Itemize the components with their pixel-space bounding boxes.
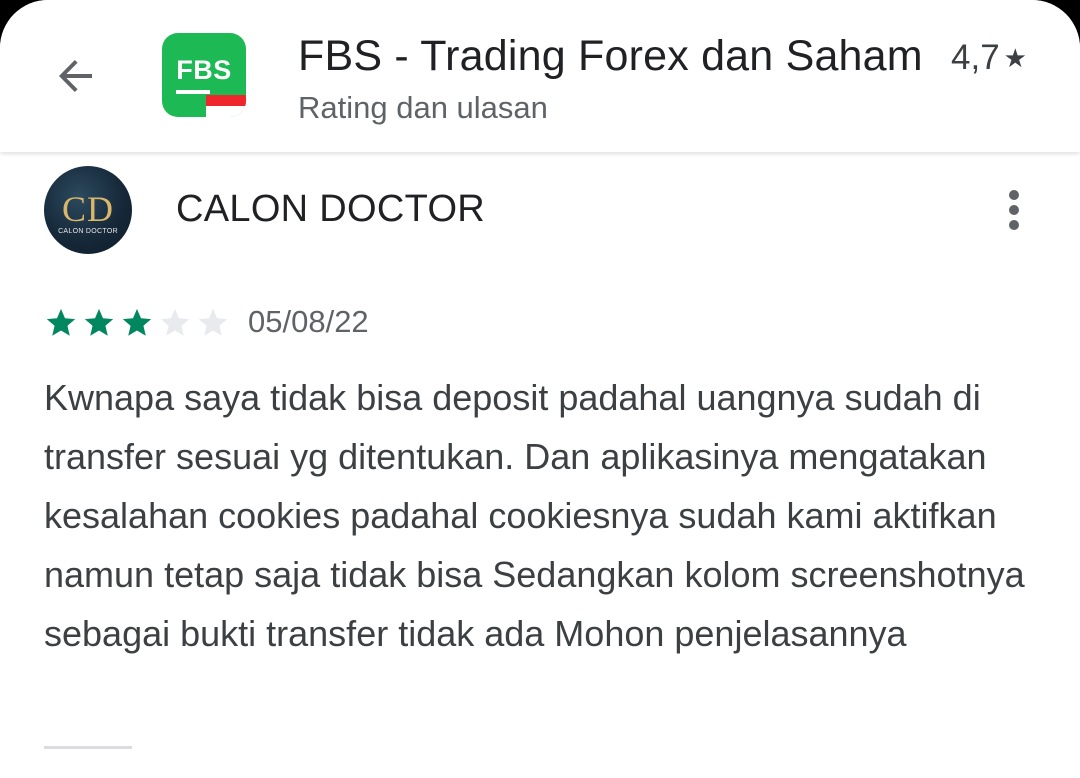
more-options-button[interactable] bbox=[990, 182, 1038, 238]
divider bbox=[44, 746, 132, 749]
indonesia-flag-icon bbox=[206, 95, 246, 117]
app-header: FBS FBS - Trading Forex dan Saham Rating… bbox=[0, 0, 1080, 152]
screen: FBS FBS - Trading Forex dan Saham Rating… bbox=[0, 0, 1080, 778]
logo-underline bbox=[176, 90, 210, 94]
star-empty-icon bbox=[160, 308, 190, 336]
star-filled-icon bbox=[84, 308, 114, 336]
star-filled-icon bbox=[46, 308, 76, 336]
app-rating-value: 4,7 bbox=[951, 38, 1000, 77]
star-filled-icon bbox=[122, 308, 152, 336]
avatar-caption: CALON DOCTOR bbox=[58, 228, 118, 235]
star-icon: ★ bbox=[1003, 42, 1027, 73]
app-rating: 4,7 ★ bbox=[951, 38, 1027, 78]
review-date: 05/08/22 bbox=[248, 304, 369, 339]
arrow-left-icon bbox=[59, 60, 92, 92]
back-button[interactable] bbox=[40, 40, 112, 112]
page-subtitle: Rating dan ulasan bbox=[298, 90, 548, 125]
avatar-monogram: CD bbox=[61, 189, 114, 229]
star-empty-icon bbox=[198, 308, 228, 336]
reviewer-name: CALON DOCTOR bbox=[176, 188, 486, 230]
app-logo-text: FBS bbox=[176, 55, 232, 85]
avatar[interactable]: CD CALON DOCTOR bbox=[44, 166, 132, 254]
app-icon[interactable]: FBS bbox=[162, 33, 246, 117]
review-star-rating bbox=[44, 306, 234, 340]
app-title: FBS - Trading Forex dan Saham bbox=[298, 32, 923, 80]
review-text: Kwnapa saya tidak bisa deposit padahal u… bbox=[44, 377, 1025, 654]
